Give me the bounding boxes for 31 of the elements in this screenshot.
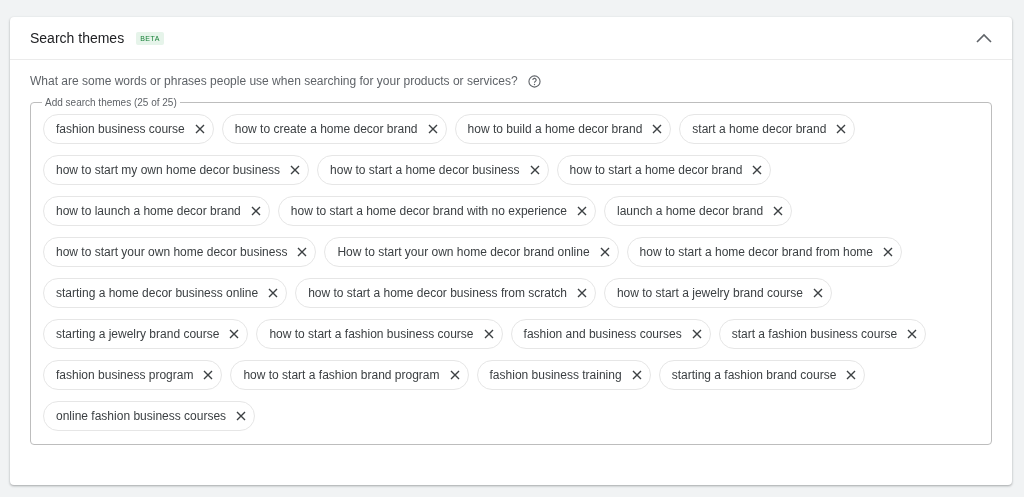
section-title: Search themes [30, 30, 125, 46]
remove-icon[interactable] [836, 124, 847, 134]
remove-icon[interactable] [203, 370, 214, 380]
help-icon[interactable] [527, 74, 541, 88]
field-label: Add search themes (25 of 25) [44, 97, 178, 108]
remove-icon[interactable] [576, 206, 587, 216]
remove-icon[interactable] [427, 124, 438, 134]
remove-icon[interactable] [752, 165, 763, 175]
remove-icon[interactable] [268, 288, 279, 298]
remove-icon[interactable] [652, 124, 663, 134]
remove-icon[interactable] [236, 411, 247, 421]
remove-icon[interactable] [631, 370, 642, 380]
search-themes-field[interactable] [30, 97, 992, 445]
remove-icon[interactable] [773, 206, 784, 216]
question-text: What are some words or phrases people use when searching for your products or services? [30, 74, 518, 88]
remove-icon[interactable] [449, 370, 460, 380]
remove-icon[interactable] [529, 165, 540, 175]
remove-icon[interactable] [297, 247, 308, 257]
remove-icon[interactable] [599, 247, 610, 257]
remove-icon[interactable] [691, 329, 702, 339]
remove-icon[interactable] [229, 329, 240, 339]
remove-icon[interactable] [250, 206, 261, 216]
remove-icon[interactable] [194, 124, 205, 134]
remove-icon[interactable] [576, 288, 587, 298]
remove-icon[interactable] [813, 288, 823, 298]
collapse-chevron-icon[interactable] [976, 33, 992, 43]
remove-icon[interactable] [846, 370, 857, 380]
remove-icon[interactable] [483, 329, 494, 339]
remove-icon[interactable] [883, 247, 894, 257]
remove-icon[interactable] [290, 165, 301, 175]
remove-icon[interactable] [907, 329, 918, 339]
